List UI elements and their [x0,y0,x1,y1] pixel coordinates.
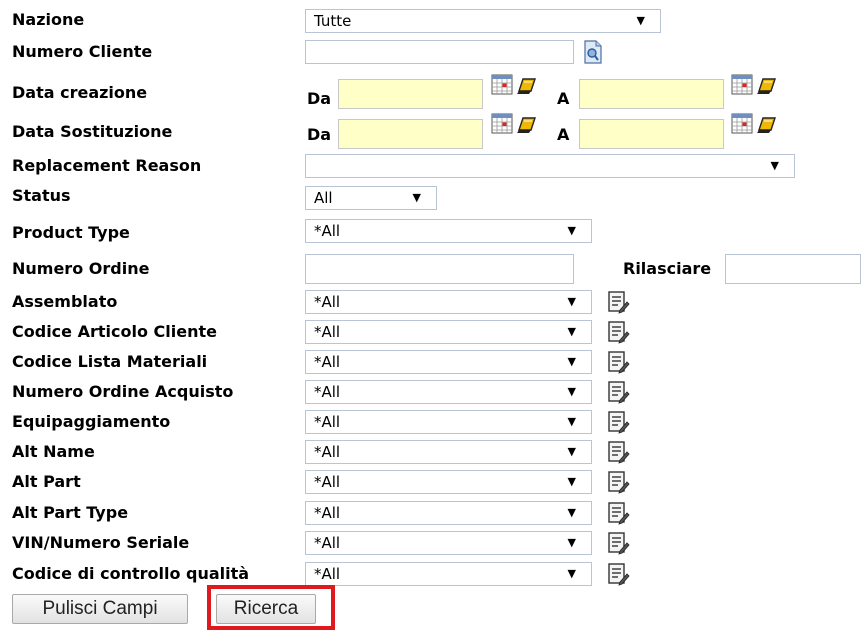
clear-fields-button[interactable]: Pulisci Campi [12,594,188,624]
eraser-icon[interactable] [515,76,539,96]
filter-select[interactable]: *All ▼ [305,531,592,555]
status-select[interactable]: All ▼ [305,186,437,210]
filter-value: *All [314,353,341,371]
calendar-icon[interactable] [731,74,753,96]
filter-value: *All [314,323,341,341]
edit-list-icon[interactable] [606,350,630,374]
numero-cliente-input[interactable] [305,40,574,64]
product-type-label: Product Type [12,223,130,242]
filter-select[interactable]: *All ▼ [305,470,592,494]
search-button-highlight [207,585,335,630]
data-creazione-from-label: Da [307,89,332,108]
chevron-down-icon: ▼ [567,445,576,458]
numero-cliente-label: Numero Cliente [12,42,153,61]
filter-value: *All [314,443,341,461]
nazione-label: Nazione [12,10,85,29]
edit-list-icon[interactable] [606,562,630,586]
chevron-down-icon: ▼ [567,567,576,580]
data-creazione-from-input[interactable] [338,79,483,109]
eraser-icon[interactable] [755,76,779,96]
status-label: Status [12,186,71,205]
data-sostituzione-to-label: A [557,125,570,144]
data-sostituzione-from-label: Da [307,125,332,144]
edit-list-icon[interactable] [606,440,630,464]
data-creazione-to-label: A [557,89,570,108]
edit-list-icon[interactable] [606,470,630,494]
chevron-down-icon: ▼ [567,415,576,428]
filter-label: Numero Ordine Acquisto [12,382,234,401]
filter-value: *All [314,413,341,431]
filter-label: Codice Lista Materiali [12,352,208,371]
calendar-icon[interactable] [731,113,753,135]
eraser-icon[interactable] [515,115,539,135]
filter-select[interactable]: *All ▼ [305,501,592,525]
chevron-down-icon: ▼ [567,506,576,519]
edit-list-icon[interactable] [606,320,630,344]
chevron-down-icon: ▼ [770,159,779,172]
replacement-reason-select[interactable]: ▼ [305,154,795,178]
data-creazione-label: Data creazione [12,83,148,102]
filter-value: *All [314,473,341,491]
status-value: All [314,189,333,207]
chevron-down-icon: ▼ [567,536,576,549]
filter-label: Alt Name [12,442,95,461]
chevron-down-icon: ▼ [636,14,645,27]
filter-value: *All [314,383,341,401]
data-sostituzione-from-input[interactable] [338,119,483,149]
product-type-value: *All [314,222,341,240]
filter-select[interactable]: *All ▼ [305,320,592,344]
filter-label: Alt Part [12,472,81,491]
filter-label: Codice di controllo qualità [12,564,250,583]
filter-value: *All [314,293,341,311]
filter-select[interactable]: *All ▼ [305,380,592,404]
nazione-value: Tutte [314,12,352,30]
edit-list-icon[interactable] [606,501,630,525]
numero-ordine-label: Numero Ordine [12,259,150,278]
filter-select[interactable]: *All ▼ [305,562,592,586]
filter-label: VIN/Numero Seriale [12,533,190,552]
calendar-icon[interactable] [491,113,513,135]
chevron-down-icon: ▼ [567,295,576,308]
filter-value: *All [314,534,341,552]
chevron-down-icon: ▼ [412,191,421,204]
edit-list-icon[interactable] [606,410,630,434]
nazione-select[interactable]: Tutte ▼ [305,9,661,33]
eraser-icon[interactable] [755,115,779,135]
chevron-down-icon: ▼ [567,355,576,368]
filter-label: Codice Articolo Cliente [12,322,217,341]
data-sostituzione-label: Data Sostituzione [12,122,173,141]
edit-list-icon[interactable] [606,531,630,555]
data-sostituzione-to-input[interactable] [579,119,724,149]
data-creazione-to-input[interactable] [579,79,724,109]
filter-label: Equipaggiamento [12,412,171,431]
chevron-down-icon: ▼ [567,224,576,237]
filter-value: *All [314,565,341,583]
filter-value: *All [314,504,341,522]
filter-select[interactable]: *All ▼ [305,410,592,434]
replacement-reason-label: Replacement Reason [12,156,202,175]
calendar-icon[interactable] [491,74,513,96]
chevron-down-icon: ▼ [567,325,576,338]
rilasciare-label: Rilasciare [623,259,712,278]
rilasciare-input[interactable] [725,254,861,284]
filter-select[interactable]: *All ▼ [305,290,592,314]
product-type-select[interactable]: *All ▼ [305,219,592,243]
chevron-down-icon: ▼ [567,475,576,488]
filter-label: Alt Part Type [12,503,129,522]
edit-list-icon[interactable] [606,380,630,404]
lookup-icon[interactable] [583,40,603,64]
filter-select[interactable]: *All ▼ [305,350,592,374]
edit-list-icon[interactable] [606,290,630,314]
numero-ordine-input[interactable] [305,254,574,284]
filter-select[interactable]: *All ▼ [305,440,592,464]
filter-label: Assemblato [12,292,118,311]
chevron-down-icon: ▼ [567,385,576,398]
